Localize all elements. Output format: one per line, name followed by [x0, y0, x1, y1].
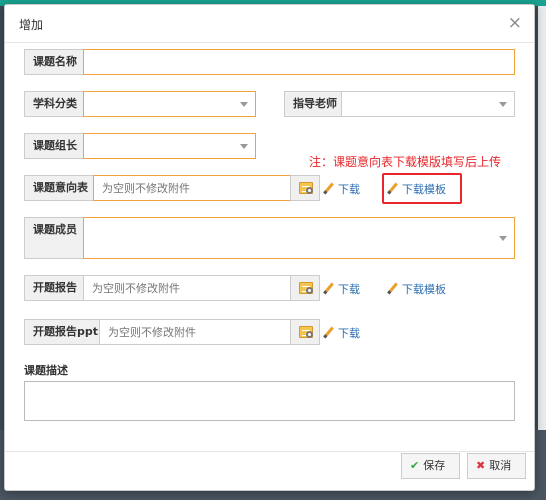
check-icon: ✔ [410, 459, 420, 472]
search-icon [306, 287, 313, 294]
advisor-label: 指导老师 [284, 91, 342, 117]
background-page-edge [538, 6, 546, 430]
pencil-icon [323, 326, 334, 339]
intent-form-browse-button[interactable] [290, 175, 320, 201]
annotation-note: 注：课题意向表下载模版填写后上传 [309, 155, 502, 169]
course-name-input[interactable] [83, 49, 515, 75]
chevron-down-icon [499, 236, 507, 241]
opening-report-file-field[interactable] [83, 275, 291, 301]
intent-form-template-text: 下载模板 [402, 183, 446, 196]
subject-select[interactable] [83, 91, 256, 117]
members-select[interactable] [83, 217, 515, 259]
opening-ppt-input[interactable] [100, 320, 290, 344]
intent-form-label: 课题意向表 [24, 175, 94, 201]
add-dialog: 增加 × 课题名称 学科分类 指导老师 课题组长 注：课题意向表下载模版填写后上… [4, 4, 535, 491]
opening-report-download-link[interactable]: 下载 [323, 281, 360, 297]
dialog-header: 增加 × [5, 5, 534, 43]
advisor-select[interactable] [341, 91, 515, 117]
cancel-button[interactable]: ✖ 取消 [467, 453, 526, 479]
description-label: 课题描述 [24, 364, 68, 377]
intent-form-download-text: 下载 [338, 183, 360, 196]
chevron-down-icon [240, 144, 248, 149]
cancel-icon: ✖ [476, 459, 486, 472]
description-textarea[interactable] [24, 381, 515, 421]
leader-label: 课题组长 [24, 133, 84, 159]
pencil-icon [323, 282, 334, 295]
search-icon [306, 187, 313, 194]
leader-select[interactable] [83, 133, 256, 159]
intent-form-download-link[interactable]: 下载 [323, 181, 360, 197]
opening-ppt-download-link[interactable]: 下载 [323, 325, 360, 341]
subject-label: 学科分类 [24, 91, 84, 117]
intent-form-file-field[interactable] [93, 175, 291, 201]
chevron-down-icon [240, 102, 248, 107]
chevron-down-icon [499, 102, 507, 107]
save-button[interactable]: ✔ 保存 [401, 453, 460, 479]
intent-form-input[interactable] [94, 176, 290, 200]
opening-ppt-file-field[interactable] [99, 319, 291, 345]
course-name-field[interactable] [84, 50, 514, 74]
opening-report-download-text: 下载 [338, 283, 360, 296]
opening-report-label: 开题报告 [24, 275, 84, 301]
footer-divider [5, 451, 534, 452]
members-label: 课题成员 [24, 217, 84, 259]
pencil-icon [323, 182, 334, 195]
course-name-label: 课题名称 [24, 49, 84, 75]
save-button-label: 保存 [423, 459, 446, 472]
opening-ppt-download-text: 下载 [338, 327, 360, 340]
search-icon [306, 331, 313, 338]
intent-form-template-link[interactable]: 下载模板 [387, 181, 446, 197]
pencil-icon [387, 282, 398, 295]
opening-report-template-text: 下载模板 [402, 283, 446, 296]
opening-report-template-link[interactable]: 下载模板 [387, 281, 446, 297]
opening-report-browse-button[interactable] [290, 275, 320, 301]
cancel-button-label: 取消 [489, 459, 512, 472]
dialog-title: 增加 [19, 18, 44, 32]
opening-report-input[interactable] [84, 276, 290, 300]
close-icon[interactable]: × [508, 14, 522, 32]
opening-ppt-label: 开题报告ppt [24, 319, 100, 345]
opening-ppt-browse-button[interactable] [290, 319, 320, 345]
